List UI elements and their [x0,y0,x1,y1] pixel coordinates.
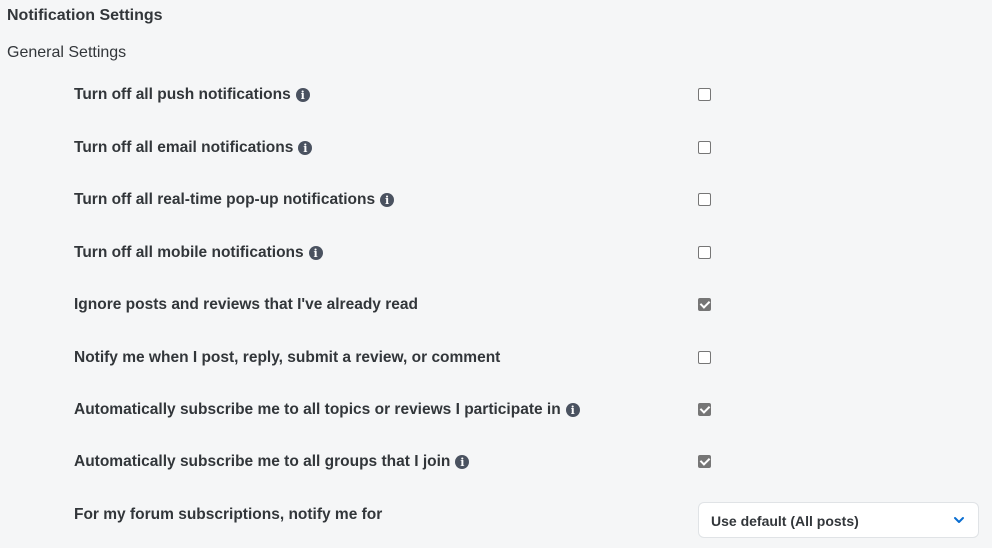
forum-subscriptions-label: For my forum subscriptions, notify me fo… [74,506,382,524]
info-icon[interactable]: i [455,455,470,469]
auto-subscribe-topics-checkbox[interactable] [698,403,711,416]
info-icon[interactable]: i [565,403,580,417]
setting-row-ignore-read: Ignore posts and reviews that I've alrea… [0,293,992,317]
setting-label: Turn off all real-time pop-up notificati… [74,191,395,209]
setting-label: Turn off all email notifications i [74,139,313,157]
section-title-general: General Settings [7,44,127,61]
auto-subscribe-groups-checkbox[interactable] [698,455,711,468]
setting-label: Automatically subscribe me to all topics… [74,401,580,419]
chevron-down-icon [954,517,964,523]
setting-label: Notify me when I post, reply, submit a r… [74,349,500,367]
popup-notifications-checkbox[interactable] [698,193,711,206]
page-title: Notification Settings [7,7,163,24]
info-icon[interactable]: i [295,88,310,102]
setting-row-push: Turn off all push notifications i [0,83,992,107]
notify-own-posts-checkbox[interactable] [698,351,711,364]
setting-label-text: Turn off all mobile notifications [74,244,304,261]
setting-label-text: Automatically subscribe me to all topics… [74,401,561,418]
info-icon[interactable]: i [308,246,323,260]
setting-label-text: Turn off all email notifications [74,139,294,156]
setting-row-auto-subscribe-topics: Automatically subscribe me to all topics… [0,398,992,422]
push-notifications-checkbox[interactable] [698,88,711,101]
setting-label: Turn off all push notifications i [74,86,310,104]
forum-subscription-select[interactable]: Use default (All posts) [698,502,979,538]
ignore-read-checkbox[interactable] [698,298,711,311]
forum-subscription-selected-value: Use default (All posts) [711,513,859,529]
setting-row-notify-own-posts: Notify me when I post, reply, submit a r… [0,346,992,370]
setting-label-text: Turn off all push notifications [74,86,291,103]
setting-label: Automatically subscribe me to all groups… [74,453,470,471]
info-icon[interactable]: i [298,141,313,155]
info-icon[interactable]: i [380,193,395,207]
setting-row-popup: Turn off all real-time pop-up notificati… [0,188,992,212]
setting-row-email: Turn off all email notifications i [0,136,992,160]
mobile-notifications-checkbox[interactable] [698,246,711,259]
setting-label-text: Turn off all real-time pop-up notificati… [74,191,376,208]
setting-label-text: Automatically subscribe me to all groups… [74,453,451,470]
setting-label: Turn off all mobile notifications i [74,244,323,262]
setting-row-auto-subscribe-groups: Automatically subscribe me to all groups… [0,450,992,474]
setting-label-text: Notify me when I post, reply, submit a r… [74,349,501,366]
setting-label: Ignore posts and reviews that I've alrea… [74,296,418,314]
setting-row-mobile: Turn off all mobile notifications i [0,241,992,265]
setting-label-text: Ignore posts and reviews that I've alrea… [74,296,418,313]
setting-label-text: For my forum subscriptions, notify me fo… [74,506,383,523]
email-notifications-checkbox[interactable] [698,141,711,154]
